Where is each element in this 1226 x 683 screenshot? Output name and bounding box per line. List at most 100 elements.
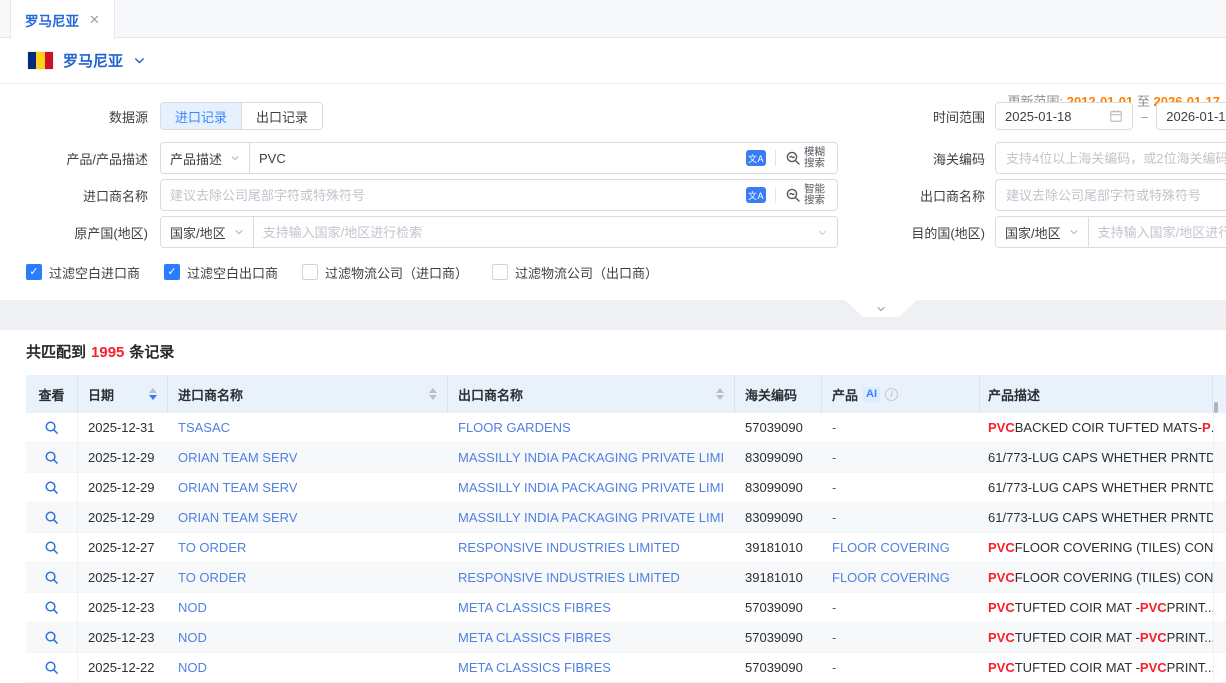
view-search-icon[interactable] [44, 630, 59, 645]
view-search-icon[interactable] [44, 510, 59, 525]
smart-search-button[interactable]: 智能搜索 [785, 184, 828, 206]
sort-desc-icon[interactable] [149, 395, 157, 400]
product-link[interactable]: FLOOR COVERING [832, 570, 950, 585]
info-icon[interactable]: i [885, 388, 898, 401]
product-link[interactable]: FLOOR COVERING [832, 540, 950, 555]
exporter-link[interactable]: META CLASSICS FIBRES [458, 600, 611, 615]
chevron-down-icon [230, 153, 240, 163]
importer-link[interactable]: TO ORDER [178, 570, 246, 585]
hs-code-value: 83099090 [745, 450, 803, 465]
sort-asc-icon[interactable] [716, 388, 724, 393]
view-search-icon[interactable] [44, 570, 59, 585]
exporter-link[interactable]: RESPONSIVE INDUSTRIES LIMITED [458, 570, 680, 585]
collapse-filter-button[interactable] [845, 300, 917, 317]
sort-desc-icon[interactable] [429, 395, 437, 400]
sort-asc-icon[interactable] [149, 388, 157, 393]
exporter-cell: META CLASSICS FIBRES [448, 653, 735, 682]
importer-link[interactable]: ORIAN TEAM SERV [178, 450, 297, 465]
date-range-separator: – [1141, 109, 1148, 124]
checkbox-unchecked-icon[interactable] [302, 264, 318, 280]
scrollbar-thumb[interactable] [1214, 402, 1218, 413]
page-title[interactable]: 罗马尼亚 [63, 50, 123, 71]
sort-control[interactable] [421, 388, 437, 400]
importer-link[interactable]: NOD [178, 630, 207, 645]
filter-checkbox[interactable]: ✓过滤空白进口商 [26, 263, 140, 282]
column-header-importer[interactable]: 进口商名称 [168, 375, 448, 413]
filter-checkbox-row: ✓过滤空白进口商 ✓过滤空白出口商 过滤物流公司（进口商） 过滤物流公司（出口商） [26, 262, 658, 282]
filter-checkbox[interactable]: 过滤物流公司（进口商） [302, 263, 468, 282]
table-row: 2025-12-29ORIAN TEAM SERVMASSILLY INDIA … [26, 443, 1226, 473]
date-end-input[interactable]: 2026-01-17 [1156, 102, 1226, 130]
view-search-icon[interactable] [44, 540, 59, 555]
tab-romania[interactable]: 罗马尼亚 ✕ [10, 0, 115, 39]
translate-icon[interactable]: 文A [746, 150, 766, 166]
date-start-input[interactable]: 2025-01-18 [995, 102, 1133, 130]
sort-asc-icon[interactable] [429, 388, 437, 393]
hscode-label: 海关编码 [862, 149, 985, 168]
exporter-link[interactable]: RESPONSIVE INDUSTRIES LIMITED [458, 540, 680, 555]
product-type-select[interactable]: 产品描述 [160, 142, 250, 174]
checkbox-checked-icon[interactable]: ✓ [164, 264, 180, 280]
origin-type-select[interactable]: 国家/地区 [160, 216, 254, 248]
exporter-link[interactable]: FLOOR GARDENS [458, 420, 571, 435]
destination-country-input[interactable] [1098, 225, 1226, 240]
checkbox-checked-icon[interactable]: ✓ [26, 264, 42, 280]
fuzzy-search-button[interactable]: 模糊搜索 [785, 147, 828, 169]
product-cell: FLOOR COVERING [822, 563, 980, 592]
date-end-value: 2026-01-17 [1166, 109, 1226, 124]
segment-import-records[interactable]: 进口记录 [161, 103, 241, 129]
sort-control[interactable] [141, 388, 157, 400]
importer-link[interactable]: TSASAC [178, 420, 230, 435]
importer-cell: NOD [168, 623, 448, 652]
view-cell [26, 503, 78, 532]
exporter-link[interactable]: MASSILLY INDIA PACKAGING PRIVATE LIMI... [458, 510, 725, 525]
product-input[interactable] [259, 151, 746, 166]
column-header-date[interactable]: 日期 [78, 375, 168, 413]
calendar-icon[interactable] [1109, 109, 1123, 123]
filter-row-importer: 进口商名称 文A 智能搜索 [26, 179, 838, 211]
view-search-icon[interactable] [44, 420, 59, 435]
exporter-input[interactable] [995, 179, 1226, 211]
importer-link[interactable]: ORIAN TEAM SERV [178, 510, 297, 525]
overflow-cell [1213, 443, 1226, 472]
view-search-icon[interactable] [44, 660, 59, 675]
tab-bar: 罗马尼亚 ✕ [0, 0, 1226, 38]
sort-control[interactable] [708, 388, 724, 400]
exporter-link[interactable]: META CLASSICS FIBRES [458, 660, 611, 675]
filter-checkbox[interactable]: 过滤物流公司（出口商） [492, 263, 658, 282]
translate-icon[interactable]: 文A [746, 187, 766, 203]
importer-cell: NOD [168, 593, 448, 622]
sort-desc-icon[interactable] [716, 395, 724, 400]
importer-link[interactable]: TO ORDER [178, 540, 246, 555]
app-header: 罗马尼亚 [0, 38, 1226, 84]
view-search-icon[interactable] [44, 480, 59, 495]
product-cell: - [822, 653, 980, 682]
chevron-down-icon[interactable] [133, 54, 146, 67]
checkbox-unchecked-icon[interactable] [492, 264, 508, 280]
origin-country-input[interactable] [263, 225, 817, 240]
importer-link[interactable]: NOD [178, 600, 207, 615]
close-icon[interactable]: ✕ [89, 12, 100, 28]
tab-label: 罗马尼亚 [25, 10, 79, 30]
importer-link[interactable]: ORIAN TEAM SERV [178, 480, 297, 495]
exporter-link[interactable]: MASSILLY INDIA PACKAGING PRIVATE LIMI... [458, 450, 725, 465]
view-cell [26, 623, 78, 652]
segment-export-records[interactable]: 出口记录 [241, 103, 322, 129]
importer-input[interactable] [170, 188, 746, 203]
importer-link[interactable]: NOD [178, 660, 207, 675]
hs-code-cell: 83099090 [735, 503, 822, 532]
exporter-link[interactable]: META CLASSICS FIBRES [458, 630, 611, 645]
filter-checkbox[interactable]: ✓过滤空白出口商 [164, 263, 278, 282]
desc-text: 61/773-LUG CAPS WHETHER PRNTD... [988, 480, 1213, 495]
hscode-input[interactable] [995, 142, 1226, 174]
exporter-link[interactable]: MASSILLY INDIA PACKAGING PRIVATE LIMI... [458, 480, 725, 495]
date-cell: 2025-12-31 [78, 413, 168, 442]
origin-label: 原产国(地区) [26, 223, 148, 242]
column-header-exporter[interactable]: 出口商名称 [448, 375, 735, 413]
view-search-icon[interactable] [44, 600, 59, 615]
hs-code-cell: 83099090 [735, 443, 822, 472]
view-search-icon[interactable] [44, 450, 59, 465]
destination-type-select[interactable]: 国家/地区 [995, 216, 1089, 248]
product-dash: - [832, 660, 836, 675]
hs-code-cell: 57039090 [735, 413, 822, 442]
